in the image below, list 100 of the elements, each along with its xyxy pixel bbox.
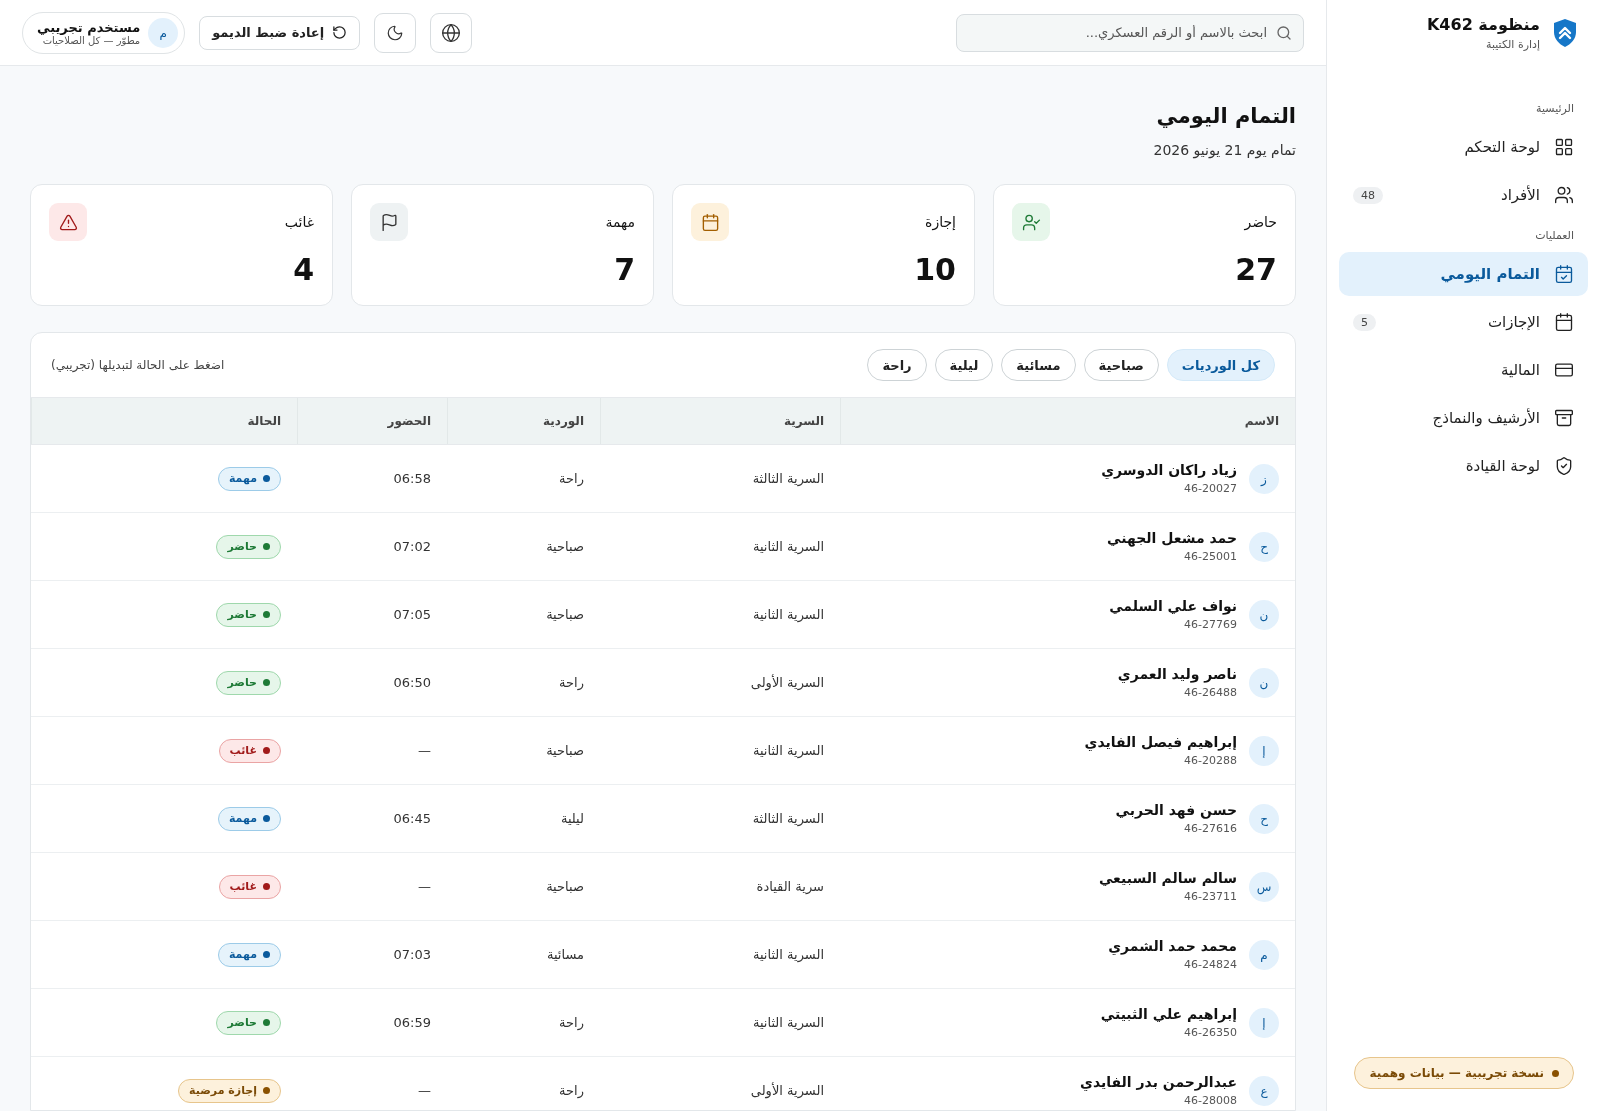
table-cell-text: 06:45 [392,811,432,826]
person-avatar: ح [1249,531,1279,562]
person-avatar: إ [1249,735,1279,766]
count-badge: 5 [1353,313,1376,331]
globe-icon [441,22,462,43]
table-cell-text: السرية الثانية [751,607,825,622]
search-icon [1276,24,1292,41]
table-cell-text: راحة [558,471,585,486]
sidebar-item[interactable]: المالية [1339,348,1588,392]
person-avatar: ن [1249,599,1279,630]
table-cell-text: 07:02 [392,539,432,554]
person-name: حمد مشعل الجهني [1107,530,1237,546]
sidebar-label: المالية [1499,361,1540,379]
status-badge[interactable]: غائب [218,738,281,763]
language-button[interactable] [430,12,473,53]
table-cell-text: 06:59 [392,1015,432,1030]
status-badge[interactable]: إجازة مرضية [178,1078,281,1103]
service-number: 46-28008 [1183,1094,1237,1107]
sidebar-label: لوحة التحكم [1463,138,1540,156]
calendar-check-icon [1554,264,1574,284]
person-avatar: ح [1249,803,1279,834]
table-cell-text: صباحية [545,879,585,894]
table-cell-text: راحة [558,675,585,690]
stat-value: 10 [913,252,956,287]
shift-filter[interactable]: راحة [867,349,927,381]
sidebar-label: الأفراد [1499,186,1540,204]
table-cell-text: — [417,879,432,894]
sidebar-item[interactable]: التمام اليومي [1339,252,1588,296]
person-name: زياد راكان الدوسري [1101,462,1237,478]
table-cell-text: السرية الثالثة [751,811,825,826]
column-header: الوردية [447,398,600,444]
section-title: العمليات [1534,228,1575,244]
table-cell-text: السرية الثانية [751,947,825,962]
section-title: الرئيسية [1535,101,1575,117]
status-badge[interactable]: مهمة [217,806,281,831]
stat-label: حاضر [1244,214,1277,230]
table-cell-text: صباحية [545,743,585,758]
table-cell-text: السرية الأولى [749,1083,825,1098]
sidebar-label: التمام اليومي [1439,265,1540,283]
sidebar-label: لوحة القيادة [1464,457,1540,475]
status-badge[interactable]: مهمة [217,466,281,491]
table-cell-text: السرية الأولى [749,675,825,690]
sidebar-item[interactable]: الأرشيف والنماذج [1339,396,1588,440]
app-title: منظومة K462 [1426,15,1540,34]
stat-value: 7 [613,252,635,287]
person-name: إبراهيم علي الثبيتي [1100,1006,1237,1022]
demo-badge: نسخة تجريبية — بيانات وهمية [1354,1057,1574,1089]
table-cell-text: ليلية [559,811,585,826]
person-name: سالم سالم السبيعي [1098,870,1237,886]
stat-label: غائب [284,214,314,230]
count-badge: 48 [1353,186,1383,204]
status-badge[interactable]: حاضر [216,602,281,627]
service-number: 46-27769 [1183,618,1237,631]
user-name: مستخدم تجريبي [37,19,141,35]
app-subtitle: إدارة الكتيبة [1485,38,1540,51]
sidebar-label: الإجازات [1486,313,1540,331]
service-number: 46-26350 [1183,1026,1237,1039]
shift-filter[interactable]: كل الورديات [1166,349,1275,381]
service-number: 46-24824 [1183,958,1237,971]
person-name: نواف علي السلمي [1109,598,1237,614]
table-cell-text: — [417,743,432,758]
reset-button[interactable]: إعادة ضبط الديمو [199,15,361,50]
sidebar-label: الأرشيف والنماذج [1431,409,1540,427]
sidebar-item[interactable]: لوحة القيادة [1339,444,1588,488]
hint-text: اضغط على الحالة لتبديلها (تجريبي) [51,358,225,372]
table-cell-text: السرية الثالثة [751,471,825,486]
shield-check-icon [1554,456,1574,476]
shift-filter[interactable]: ليلية [934,349,994,381]
archive-icon [1554,408,1574,428]
person-avatar: س [1249,871,1279,902]
table-cell-text: راحة [558,1015,585,1030]
stat-label: مهمة [605,214,635,230]
moon-icon [386,23,405,42]
status-badge[interactable]: حاضر [216,1010,281,1035]
service-number: 46-20027 [1183,482,1237,495]
status-badge[interactable]: مهمة [217,942,281,967]
sidebar-item[interactable]: لوحة التحكم [1339,125,1588,169]
person-avatar: إ [1249,1007,1279,1038]
person-avatar: ع [1249,1075,1279,1106]
column-header: الحضور [297,398,447,444]
shift-filter[interactable]: مسائية [1001,349,1076,381]
column-header: الاسم [840,398,1295,444]
status-badge[interactable]: حاضر [216,670,281,695]
status-badge[interactable]: غائب [218,874,281,899]
person-name: ناصر وليد العمري [1117,666,1237,682]
theme-button[interactable] [374,12,417,53]
table-cell-text: السرية الثانية [751,1015,825,1030]
table-cell-text: السرية الثانية [751,539,825,554]
table-cell-text: 06:58 [392,471,432,486]
users-icon [1554,185,1574,205]
shift-filter[interactable]: صباحية [1083,349,1159,381]
stat-value: 27 [1234,252,1277,287]
page-title: التمام اليومي [1155,104,1296,128]
user-role: مطوّر — كل الصلاحيات [42,34,141,46]
reset-icon [332,25,348,40]
user-avatar: م [148,17,179,48]
service-number: 46-27616 [1183,822,1237,835]
status-badge[interactable]: حاضر [216,534,281,559]
column-header: الحالة [31,398,297,444]
person-avatar: ن [1249,667,1279,698]
